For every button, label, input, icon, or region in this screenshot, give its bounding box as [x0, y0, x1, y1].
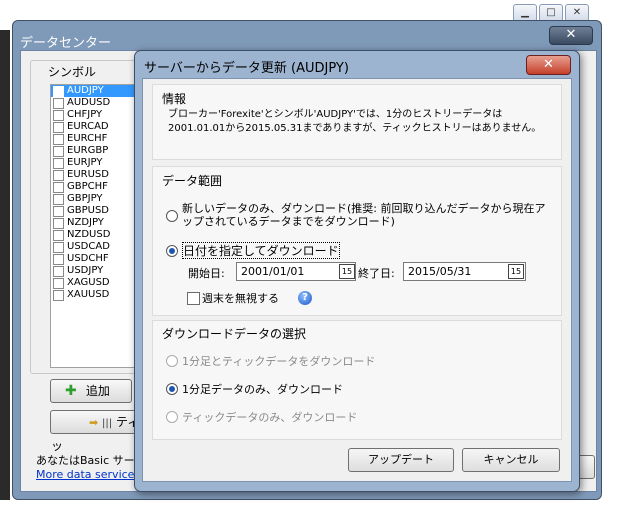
radio-new-data-only-label[interactable]: 新しいデータのみ、ダウンロード(推奨: 前回取り込んだデータから現在アップされて…	[182, 202, 552, 228]
tick-download-icon: ➡	[89, 416, 99, 429]
symbol-list-item[interactable]: EURGBP	[51, 145, 147, 157]
end-date-value: 2015/05/31	[408, 265, 472, 278]
symbol-checkbox[interactable]	[53, 218, 64, 229]
symbol-checkbox[interactable]	[53, 86, 64, 97]
tick-data-button[interactable]: ➡ ||| ティッ	[50, 410, 147, 453]
radio-tick-only-label[interactable]: ティックデータのみ、ダウンロード	[182, 409, 357, 425]
symbol-checkbox[interactable]	[53, 170, 64, 181]
symbol-list-item[interactable]: GBPCHF	[51, 181, 147, 193]
symbol-name: NZDUSD	[67, 229, 111, 240]
update-button[interactable]: アップデート	[348, 448, 454, 472]
symbol-group-label: シンボル	[48, 65, 97, 79]
symbol-checkbox[interactable]	[53, 134, 64, 145]
tick-bars-icon: |||	[102, 418, 113, 429]
ignore-weekend-checkbox[interactable]	[187, 292, 200, 305]
radio-by-date-label[interactable]: 日付を指定してダウンロード	[182, 242, 340, 259]
symbol-checkbox[interactable]	[53, 122, 64, 133]
symbol-name: USDCAD	[67, 241, 110, 252]
symbol-checkbox[interactable]	[53, 230, 64, 241]
symbol-name: CHFJPY	[67, 109, 103, 120]
symbol-list-item[interactable]: EURUSD	[51, 169, 147, 181]
symbol-name: USDJPY	[67, 265, 104, 276]
info-text: ブローカー'Forexite'とシンボル'AUDJPY'では、1分のヒストリーデ…	[168, 109, 542, 134]
info-heading: 情報	[162, 92, 187, 106]
symbol-list-item[interactable]: GBPJPY	[51, 193, 147, 205]
symbol-list-item[interactable]: EURCHF	[51, 133, 147, 145]
cancel-button[interactable]: キャンセル	[462, 448, 560, 472]
symbol-name: XAUUSD	[67, 289, 110, 300]
start-date-label: 開始日:	[188, 267, 225, 280]
symbol-name: GBPUSD	[67, 205, 110, 216]
symbol-list-item[interactable]: NZDJPY	[51, 217, 147, 229]
symbol-name: EURGBP	[67, 145, 109, 156]
symbol-checkbox[interactable]	[53, 242, 64, 253]
symbol-name: EURUSD	[67, 169, 109, 180]
symbol-name: EURJPY	[67, 157, 103, 168]
add-button-label: 追加	[85, 384, 110, 398]
end-date-label: 終了日:	[358, 267, 395, 280]
symbol-checkbox[interactable]	[53, 110, 64, 121]
data-center-close-button[interactable]: ✕	[549, 26, 593, 45]
symbol-list-item[interactable]: EURJPY	[51, 157, 147, 169]
data-range-heading: データ範囲	[162, 174, 223, 188]
start-date-field[interactable]: 2001/01/01	[236, 262, 356, 281]
symbol-checkbox[interactable]	[53, 146, 64, 157]
background-app-strip	[0, 30, 10, 500]
symbol-list-item[interactable]: EURCAD	[51, 121, 147, 133]
start-date-value: 2001/01/01	[241, 265, 305, 278]
symbol-name: XAGUSD	[67, 277, 110, 288]
symbol-checkbox[interactable]	[53, 98, 64, 109]
symbol-list-item[interactable]: XAUUSD	[51, 289, 147, 301]
symbol-checkbox[interactable]	[53, 278, 64, 289]
plus-icon: ✚	[65, 383, 77, 399]
symbol-name: GBPCHF	[67, 181, 108, 192]
symbol-list-item[interactable]: USDCHF	[51, 253, 147, 265]
add-button[interactable]: ✚ 追加	[50, 379, 132, 403]
symbol-checkbox[interactable]	[53, 158, 64, 169]
symbol-list-item[interactable]: XAGUSD	[51, 277, 147, 289]
symbol-name: EURCAD	[67, 121, 109, 132]
symbol-list-item[interactable]: NZDUSD	[51, 229, 147, 241]
symbol-checkbox[interactable]	[53, 254, 64, 265]
symbol-list-item[interactable]: CHFJPY	[51, 109, 147, 121]
download-select-heading: ダウンロードデータの選択	[162, 327, 307, 341]
symbol-checkbox[interactable]	[53, 266, 64, 277]
dialog-close-button[interactable]: ✕	[526, 55, 571, 75]
radio-1min-and-tick[interactable]	[166, 355, 178, 367]
data-center-title: データセンター	[20, 36, 112, 51]
symbol-name: GBPJPY	[67, 193, 103, 204]
start-calendar-icon[interactable]: 15	[339, 264, 355, 279]
radio-by-date[interactable]	[166, 245, 178, 257]
symbol-list-item[interactable]: AUDUSD	[51, 97, 147, 109]
symbol-list-item[interactable]: GBPUSD	[51, 205, 147, 217]
symbol-name: AUDUSD	[67, 97, 111, 108]
symbol-name: NZDJPY	[67, 217, 104, 228]
help-icon[interactable]: ?	[298, 291, 312, 305]
subscription-text: あなたはBasic サービ	[36, 454, 146, 467]
symbol-name: EURCHF	[67, 133, 108, 144]
symbol-name: USDCHF	[67, 253, 109, 264]
more-data-service-link[interactable]: More data service or	[36, 468, 149, 481]
symbol-checkbox[interactable]	[53, 206, 64, 217]
radio-1min-and-tick-label[interactable]: 1分足とティックデータをダウンロード	[182, 353, 375, 369]
end-calendar-icon[interactable]: 15	[508, 264, 524, 279]
dialog-title: サーバーからデータ更新 (AUDJPY)	[144, 61, 349, 76]
radio-1min-only-label[interactable]: 1分足データのみ、ダウンロード	[182, 381, 343, 397]
symbol-checkbox[interactable]	[53, 194, 64, 205]
radio-new-data-only[interactable]	[166, 210, 178, 222]
symbol-list-item[interactable]: AUDJPY	[51, 85, 147, 97]
symbol-list-item[interactable]: USDJPY	[51, 265, 147, 277]
ignore-weekend-label[interactable]: 週末を無視する	[202, 290, 279, 306]
radio-tick-only[interactable]	[166, 411, 178, 423]
symbol-name: AUDJPY	[67, 85, 104, 96]
symbol-checkbox[interactable]	[53, 182, 64, 193]
symbol-list-item[interactable]: USDCAD	[51, 241, 147, 253]
radio-1min-only[interactable]	[166, 383, 178, 395]
symbol-checkbox[interactable]	[53, 290, 64, 301]
